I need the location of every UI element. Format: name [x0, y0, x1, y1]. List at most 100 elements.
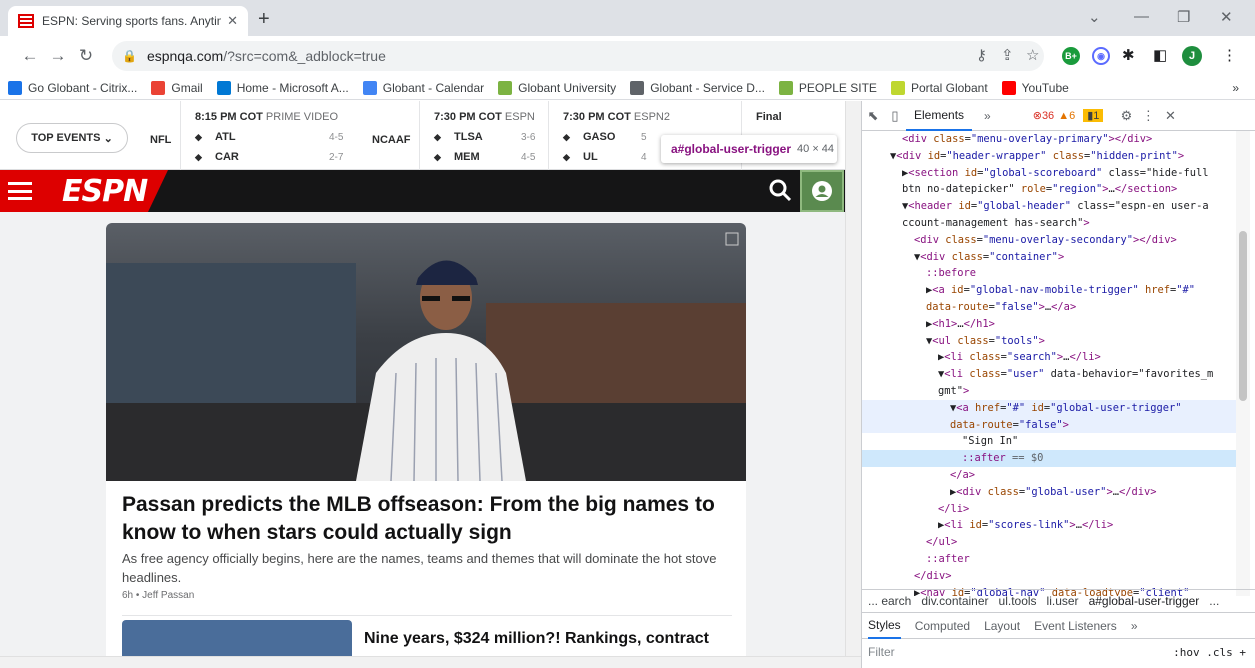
breadcrumb-item[interactable]: a#global-user-trigger	[1089, 594, 1200, 608]
breadcrumb-item[interactable]: ...	[1209, 594, 1219, 608]
dom-node-line[interactable]: ▼<div class="container">	[862, 249, 1236, 266]
bookmark-item[interactable]: Home - Microsoft A...	[216, 80, 349, 95]
browser-menu-icon[interactable]: ⋮	[1222, 46, 1237, 64]
page-horizontal-scrollbar[interactable]	[0, 656, 861, 668]
devtools-close-icon[interactable]: ✕	[1159, 108, 1181, 124]
bookmark-item[interactable]: PEOPLE SITE	[778, 80, 877, 95]
page-vertical-scrollbar[interactable]	[845, 101, 861, 656]
dom-node-line[interactable]: <div class="menu-overlay-primary"></div>	[862, 131, 1236, 148]
reload-icon[interactable]: ↻	[72, 46, 100, 66]
more-tabs-icon[interactable]: »	[984, 109, 991, 123]
dom-node-line[interactable]: ::after	[862, 551, 1236, 568]
top-events-dropdown[interactable]: TOP EVENTS ⌄	[16, 123, 128, 153]
dom-node-line[interactable]: ::after == $0	[862, 450, 1236, 467]
related-article[interactable]: Nine years, $324 million?! Rankings, con…	[122, 615, 732, 656]
styles-filter-input[interactable]: Filter	[868, 645, 1173, 659]
dom-node-line[interactable]: ▼<header id="global-header" class="espn-…	[862, 198, 1236, 215]
styles-pane-tab[interactable]: Computed	[915, 619, 970, 633]
window-close-icon[interactable]: ✕	[1220, 8, 1233, 26]
styles-pane-tab[interactable]: »	[1131, 619, 1138, 633]
breadcrumb-item[interactable]: div.container	[921, 594, 988, 608]
bookmark-item[interactable]: Go Globant - Citrix...	[8, 80, 137, 95]
warning-count-badge[interactable]: ▲6	[1058, 110, 1075, 122]
dom-node-line[interactable]: data-route="false">…</a>	[862, 299, 1236, 316]
dom-tree-scrollbar[interactable]	[1236, 131, 1250, 596]
article-hero-image[interactable]	[106, 223, 746, 482]
scoreboard-game[interactable]: 8:15 PM COT PRIME VIDEO ◆ ATL 4-5 ◆ CAR 2-7	[180, 101, 356, 170]
dom-node-line[interactable]: ▶<li class="search">…</li>	[862, 349, 1236, 366]
bookmarks-overflow-icon[interactable]: »	[1232, 81, 1239, 95]
article-card[interactable]: Passan predicts the MLB offseason: From …	[106, 223, 746, 656]
dom-node-line[interactable]: <div class="menu-overlay-secondary"></di…	[862, 232, 1236, 249]
dom-node-line[interactable]: ▼<li class="user" data-behavior="favorit…	[862, 366, 1236, 383]
tab-search-icon[interactable]: ⌄	[1088, 8, 1101, 26]
dom-node-line[interactable]: gmt">	[862, 383, 1236, 400]
device-toolbar-icon[interactable]: ▯	[884, 108, 906, 124]
minimize-icon[interactable]: —	[1134, 8, 1149, 25]
dom-node-line[interactable]: ::before	[862, 265, 1236, 282]
article-headline[interactable]: Passan predicts the MLB offseason: From …	[122, 491, 734, 547]
styles-filter-tools[interactable]: :hov .cls +	[1173, 646, 1246, 659]
styles-pane-tab[interactable]: Event Listeners	[1034, 619, 1117, 633]
breadcrumb-item[interactable]: ul.tools	[999, 594, 1037, 608]
league-nfl[interactable]: NFL	[150, 134, 171, 146]
profile-avatar[interactable]: J	[1182, 46, 1202, 66]
breadcrumb-item[interactable]: ... earch	[868, 594, 911, 608]
dom-node-line[interactable]: btn no-datepicker" role="region">…</sect…	[862, 181, 1236, 198]
dom-node-line[interactable]: ccount-management has-search">	[862, 215, 1236, 232]
dom-node-line[interactable]: "Sign In"	[862, 433, 1236, 450]
back-icon[interactable]: ←	[16, 46, 44, 66]
dom-node-line[interactable]: </li>	[862, 501, 1236, 518]
extensions-puzzle-icon[interactable]: ✱	[1122, 46, 1135, 64]
restore-icon[interactable]: ❐	[1177, 8, 1190, 26]
dom-node-line[interactable]: ▼<a href="#" id="global-user-trigger"	[862, 399, 1236, 417]
inspect-element-icon[interactable]: ⬉	[862, 108, 884, 124]
dom-node-line[interactable]: ▼<div id="header-wrapper" class="hidden-…	[862, 148, 1236, 165]
scoreboard-game[interactable]: 7:30 PM COT ESPN ◆ TLSA 3-6 ◆ MEM 4-5	[419, 101, 548, 170]
browser-tab[interactable]: ESPN: Serving sports fans. Anytime ✕	[8, 6, 248, 36]
breadcrumb-item[interactable]: li.user	[1047, 594, 1079, 608]
scoreboard-game[interactable]: 7:30 PM COT ESPN2 ◆ GASO 5 ◆ UL 4	[548, 101, 670, 170]
dom-node-line[interactable]: </ul>	[862, 534, 1236, 551]
error-count-badge[interactable]: ⊗36	[1033, 109, 1054, 122]
share-icon[interactable]: ⇪	[1001, 46, 1014, 64]
bookmark-item[interactable]: Gmail	[151, 80, 203, 95]
side-panel-icon[interactable]: ◧	[1153, 46, 1167, 64]
dom-node-line[interactable]: ▶<h1>…</h1>	[862, 316, 1236, 333]
dom-tree-scroll-thumb[interactable]	[1239, 231, 1247, 401]
extension-record-icon[interactable]: ◉	[1092, 47, 1110, 65]
devtools-menu-icon[interactable]: ⋮	[1137, 108, 1159, 124]
forward-icon[interactable]: →	[44, 46, 72, 66]
new-tab-button[interactable]: +	[258, 8, 270, 31]
dom-node-line[interactable]: </div>	[862, 568, 1236, 585]
styles-pane-tab[interactable]: Styles	[868, 613, 901, 639]
dom-tree[interactable]: <div class="menu-overlay-primary"></div>…	[862, 131, 1236, 596]
dom-node-line[interactable]: data-route="false">	[862, 416, 1236, 434]
bookmark-item[interactable]: Portal Globant	[890, 80, 988, 95]
search-icon[interactable]	[768, 178, 792, 202]
dom-node-line[interactable]: ▶<div class="global-user">…</div>	[862, 484, 1236, 501]
user-sign-in-button[interactable]	[800, 170, 844, 212]
issues-badge[interactable]: ▮1	[1083, 109, 1104, 122]
related-article-image[interactable]	[122, 620, 352, 656]
dom-node-line[interactable]: ▶<li id="scores-link">…</li>	[862, 517, 1236, 534]
extension-b-icon[interactable]: B+	[1062, 47, 1080, 65]
related-article-title[interactable]: Nine years, $324 million?! Rankings, con…	[364, 630, 709, 648]
bookmark-item[interactable]: YouTube	[1001, 80, 1069, 95]
tab-close-icon[interactable]: ✕	[227, 13, 238, 29]
bookmark-star-icon[interactable]: ☆	[1026, 46, 1039, 64]
key-icon[interactable]: ⚷	[976, 46, 987, 64]
bookmark-item[interactable]: Globant - Service D...	[630, 80, 765, 95]
hamburger-menu-icon[interactable]	[8, 182, 32, 200]
league-ncaaf[interactable]: NCAAF	[372, 134, 411, 146]
dom-node-line[interactable]: ▶<a id="global-nav-mobile-trigger" href=…	[862, 282, 1236, 299]
dom-node-line[interactable]: </a>	[862, 467, 1236, 484]
styles-pane-tab[interactable]: Layout	[984, 619, 1020, 633]
dom-node-line[interactable]: ▼<ul class="tools">	[862, 333, 1236, 350]
espn-logo[interactable]: ESPN	[62, 174, 147, 209]
lock-icon[interactable]: 🔒	[122, 49, 137, 63]
dom-node-line[interactable]: ▶<section id="global-scoreboard" class="…	[862, 165, 1236, 182]
settings-gear-icon[interactable]: ⚙	[1115, 108, 1137, 124]
bookmark-item[interactable]: Globant - Calendar	[362, 80, 484, 95]
bookmark-item[interactable]: Globant University	[498, 80, 616, 95]
